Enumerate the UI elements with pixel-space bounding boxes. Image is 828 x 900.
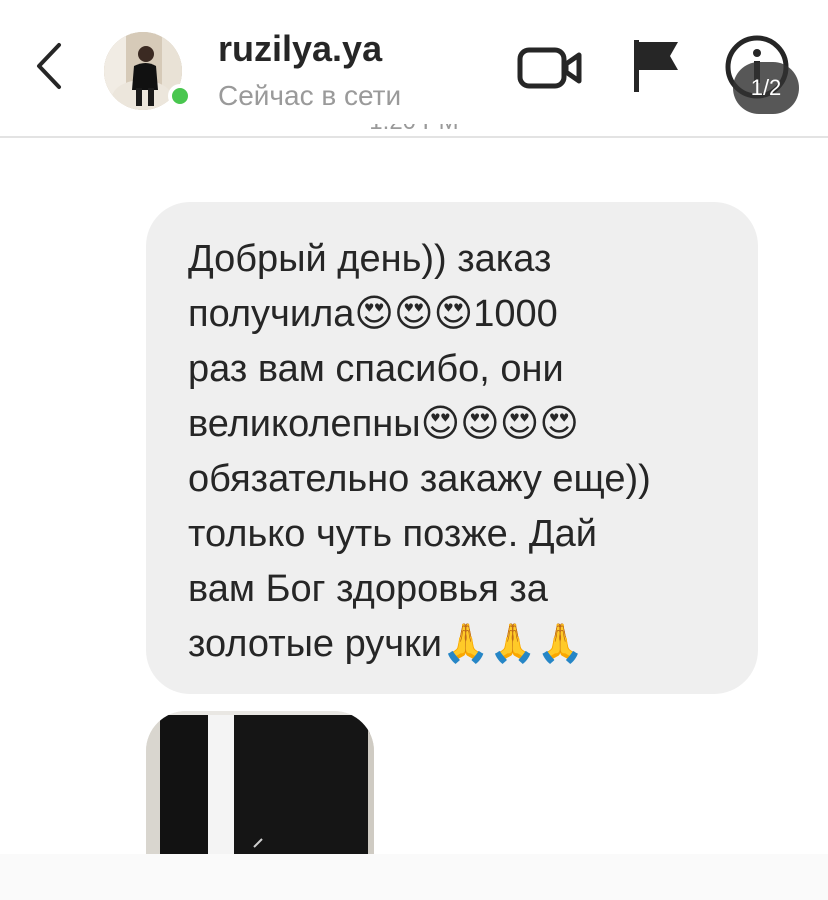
video-camera-icon[interactable]	[517, 44, 583, 92]
flag-icon[interactable]	[630, 38, 682, 94]
message-bubble[interactable]: Добрый день)) заказ получила😍😍😍1000 раз …	[146, 202, 758, 694]
profile-avatar[interactable]	[104, 32, 196, 112]
page-indicator-badge: 1/2	[733, 62, 799, 114]
chevron-left-icon	[37, 43, 61, 89]
bottom-bar	[0, 854, 828, 900]
message-timestamp: 1:20 PM	[0, 124, 828, 138]
chat-header: ruzilya.ya Сейчас в сети 1/2	[0, 0, 828, 138]
online-status-dot	[168, 84, 192, 108]
timestamp-text: 1:20 PM	[369, 124, 458, 135]
online-status-text: Сейчас в сети	[218, 80, 402, 111]
back-button[interactable]	[26, 38, 70, 94]
photo-attachment[interactable]	[146, 711, 374, 854]
message-text: Добрый день)) заказ получила😍😍😍1000 раз …	[188, 238, 651, 665]
username[interactable]: ruzilya.ya	[218, 28, 382, 70]
